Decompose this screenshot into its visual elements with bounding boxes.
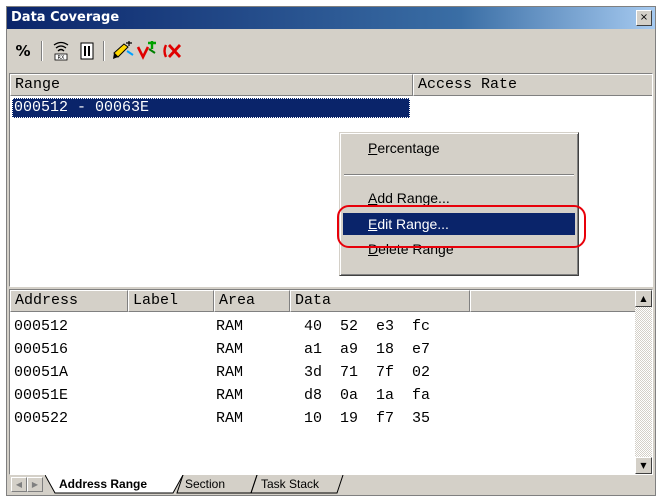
coverage-settings-button[interactable]: RX bbox=[49, 39, 73, 63]
tab-address-range[interactable]: Address Range bbox=[59, 476, 147, 493]
area-cell: RAM bbox=[216, 387, 244, 404]
tab-section[interactable]: Section bbox=[185, 476, 225, 493]
menu-item-label: Add Range... bbox=[368, 190, 450, 206]
data-cell: d8 0a 1a fa bbox=[304, 387, 431, 404]
column-header-blank bbox=[470, 290, 637, 312]
address-cell: 00051A bbox=[14, 364, 69, 381]
percentage-icon: % bbox=[15, 42, 31, 60]
address-cell: 000516 bbox=[14, 341, 69, 358]
range-value: 000512 - 00063E bbox=[14, 99, 150, 116]
scroll-down-button[interactable]: ▼ bbox=[635, 457, 652, 474]
highlight-annotation bbox=[337, 205, 586, 248]
column-header-label[interactable]: Label bbox=[128, 290, 214, 312]
area-cell: RAM bbox=[216, 341, 244, 358]
range-row-selected[interactable]: 000512 - 00063E bbox=[12, 98, 410, 118]
address-cell: 000512 bbox=[14, 318, 69, 335]
clear-button[interactable] bbox=[75, 39, 99, 63]
delete-range-icon bbox=[163, 44, 182, 58]
clear-icon bbox=[80, 42, 94, 60]
context-menu: Percentage Add Range... Edit Range... De… bbox=[339, 132, 579, 276]
column-header-access-rate[interactable]: Access Rate bbox=[413, 74, 652, 96]
address-cell: 00051E bbox=[14, 387, 69, 404]
tab-scroll-left-button[interactable]: ◀ bbox=[11, 477, 27, 492]
scroll-up-button[interactable]: ▲ bbox=[635, 290, 652, 307]
area-cell: RAM bbox=[216, 364, 244, 381]
column-header-area[interactable]: Area bbox=[214, 290, 290, 312]
menu-item-label: Percentage bbox=[368, 140, 440, 156]
title-bar: Data Coverage × bbox=[7, 7, 655, 29]
toolbar-separator bbox=[103, 41, 105, 61]
tab-scroll-right-button[interactable]: ▶ bbox=[27, 477, 43, 492]
address-cell: 000522 bbox=[14, 410, 69, 427]
toolbar-separator bbox=[41, 41, 43, 61]
add-range-icon bbox=[136, 41, 156, 60]
edit-range-icon bbox=[113, 41, 134, 59]
area-cell: RAM bbox=[216, 318, 244, 335]
data-cell: 3d 71 7f 02 bbox=[304, 364, 431, 381]
column-header-range[interactable]: Range bbox=[10, 74, 413, 96]
mnemonic-letter: P bbox=[368, 140, 378, 156]
edit-range-button[interactable] bbox=[111, 39, 135, 63]
toolbar: % RX bbox=[7, 31, 655, 73]
close-button[interactable]: × bbox=[636, 10, 652, 26]
tab-task-stack[interactable]: Task Stack bbox=[261, 476, 319, 493]
tab-bar: ◀ ▶ Address Range Section Task Stack bbox=[9, 475, 653, 495]
delete-range-button[interactable] bbox=[161, 39, 185, 63]
data-cell: 40 52 e3 fc bbox=[304, 318, 431, 335]
vertical-scrollbar[interactable]: ▲ ▼ bbox=[635, 290, 652, 474]
data-cell: 10 19 f7 35 bbox=[304, 410, 431, 427]
mnemonic-letter: A bbox=[368, 190, 378, 206]
menu-separator bbox=[344, 174, 574, 176]
address-data-list[interactable]: Address Label Area Data 000512 RAM 40 52… bbox=[9, 289, 653, 475]
data-cell: a1 a9 18 e7 bbox=[304, 341, 431, 358]
svg-text:RX: RX bbox=[58, 55, 65, 61]
percentage-button[interactable]: % bbox=[11, 39, 35, 63]
window-title: Data Coverage bbox=[11, 10, 120, 25]
menu-item-percentage[interactable]: Percentage bbox=[343, 137, 575, 159]
column-header-data[interactable]: Data bbox=[290, 290, 470, 312]
column-header-address[interactable]: Address bbox=[10, 290, 128, 312]
area-cell: RAM bbox=[216, 410, 244, 427]
coverage-settings-icon: RX bbox=[53, 41, 69, 61]
add-range-button[interactable] bbox=[135, 39, 159, 63]
